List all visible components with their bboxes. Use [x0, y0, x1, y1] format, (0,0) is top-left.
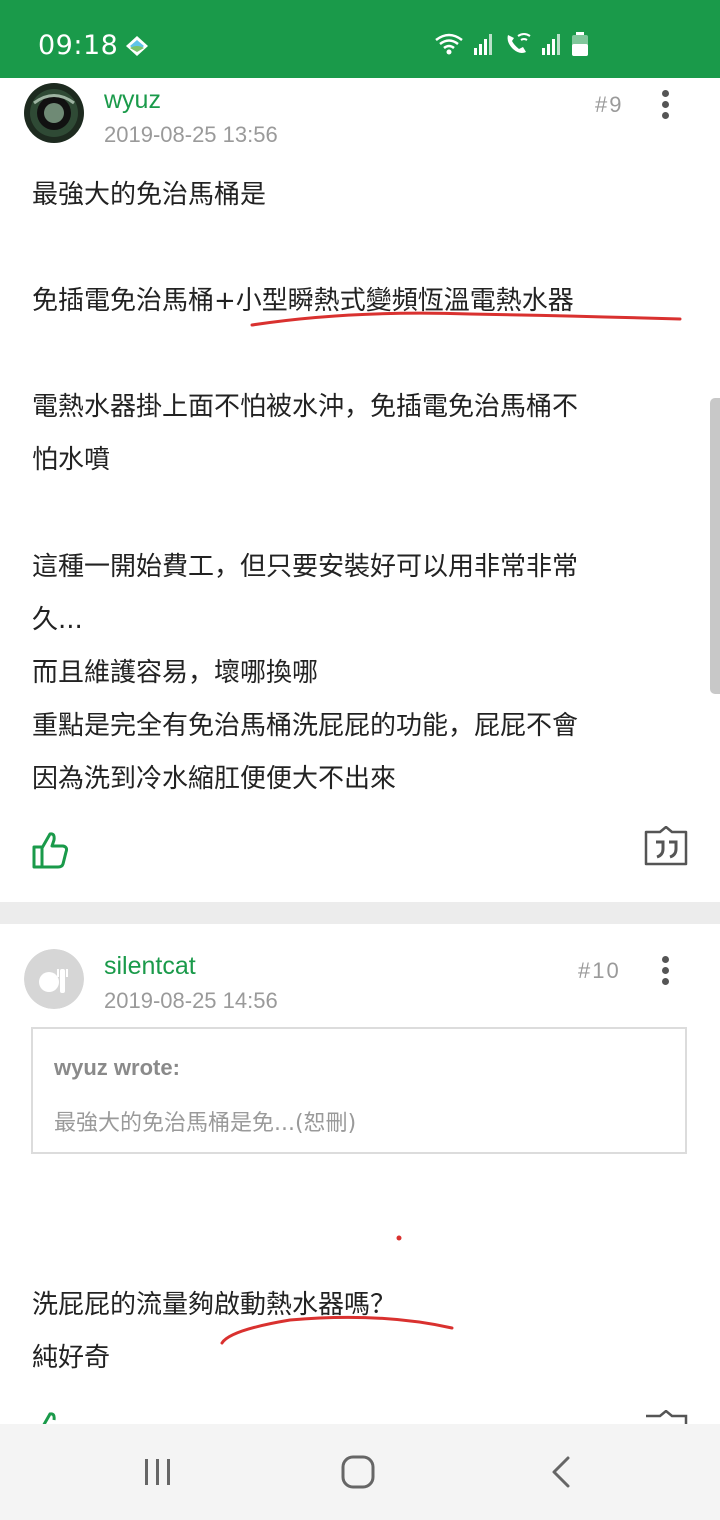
avatar[interactable]	[24, 83, 84, 143]
like-icon[interactable]	[30, 1410, 72, 1424]
post-divider	[0, 902, 720, 924]
more-options-icon[interactable]	[655, 956, 675, 988]
post-text-line: 純好奇	[32, 1343, 111, 1373]
avatar[interactable]	[24, 949, 84, 1009]
post-text-line: 因為洗到冷水縮肛便便大不出來	[32, 764, 397, 794]
quote-block[interactable]: wyuz wrote: 最強大的免治馬桶是免...(恕刪)	[31, 1027, 687, 1154]
quote-reply-icon[interactable]	[644, 826, 688, 866]
quote-text: 最強大的免治馬桶是免...(恕刪)	[54, 1111, 357, 1136]
quote-author: wyuz wrote:	[54, 1055, 180, 1080]
post-text-line: 久...	[32, 605, 83, 635]
post-timestamp: 2019-08-25 13:56	[104, 122, 278, 147]
scroll-indicator[interactable]	[710, 398, 720, 694]
quote-reply-icon[interactable]	[644, 1410, 688, 1424]
post-text-line: 這種一開始費工，但只要安裝好可以用非常非常	[32, 552, 579, 582]
like-icon[interactable]	[30, 830, 72, 870]
post-9: wyuz 2019-08-25 13:56 #9 最強大的免治馬桶是 免插電免治…	[0, 78, 720, 902]
post-text-line: 洗屁屁的流量夠啟動熱水器嗎？	[32, 1290, 397, 1320]
post-text-line: 免插電免治馬桶+小型瞬熱式變頻恆溫電熱水器	[32, 286, 574, 316]
username[interactable]: wyuz	[104, 86, 161, 115]
recent-apps-icon[interactable]	[138, 1454, 178, 1490]
post-text-line: 怕水噴	[32, 445, 111, 475]
post-text-line: 重點是完全有免治馬桶洗屁屁的功能，屁屁不會	[32, 711, 579, 741]
thread-content: wyuz 2019-08-25 13:56 #9 最強大的免治馬桶是 免插電免治…	[0, 78, 720, 1424]
status-bar: 09:18	[0, 0, 720, 78]
wifi-icon	[435, 33, 463, 55]
home-icon[interactable]	[338, 1454, 378, 1490]
post-text-line: 而且維護容易，壞哪換哪	[32, 658, 319, 688]
status-time: 09:18	[38, 30, 119, 61]
floor-number: #10	[578, 958, 621, 983]
signal-icon	[542, 34, 560, 55]
post-text-line: 最強大的免治馬桶是	[32, 180, 267, 210]
battery-icon	[572, 32, 588, 56]
post-text-line: 電熱水器掛上面不怕被水沖，免插電免治馬桶不	[32, 392, 579, 422]
signal-icon	[474, 34, 492, 55]
back-icon[interactable]	[542, 1454, 582, 1490]
username[interactable]: silentcat	[104, 952, 196, 981]
system-nav-bar	[0, 1424, 720, 1520]
post-timestamp: 2019-08-25 14:56	[104, 988, 278, 1013]
floor-number: #9	[595, 92, 624, 117]
app-notification-icon	[126, 36, 148, 56]
wifi-call-icon	[507, 33, 531, 53]
more-options-icon[interactable]	[655, 90, 675, 122]
